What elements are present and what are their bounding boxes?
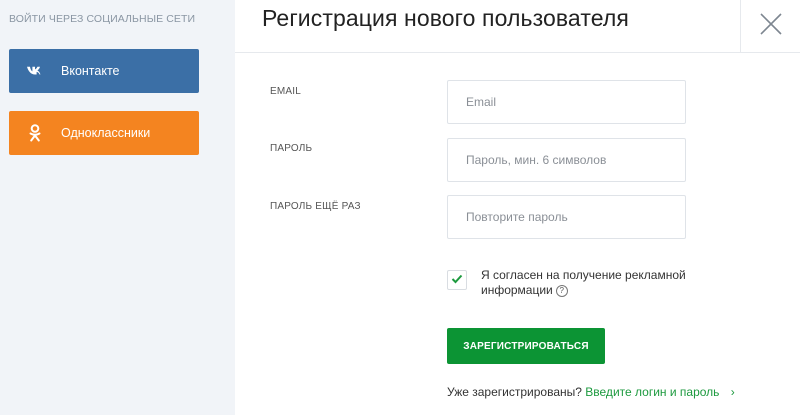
social-login-panel: Войти через социальные сети Вконтакте Од…: [0, 0, 235, 415]
checkmark-icon: [451, 271, 463, 289]
close-icon: [759, 13, 782, 40]
vk-icon: [24, 60, 46, 82]
password-repeat-field[interactable]: [447, 195, 686, 239]
agree-checkbox[interactable]: [447, 270, 467, 290]
ok-login-button[interactable]: Одноклассники: [9, 111, 199, 155]
agree-row: Я согласен на получение рекламной информ…: [447, 268, 721, 298]
help-icon[interactable]: ?: [555, 284, 568, 297]
social-login-title: Войти через социальные сети: [9, 13, 196, 25]
password-label: ПАРОЛЬ: [270, 143, 313, 154]
odnoklassniki-icon: [24, 122, 46, 144]
agree-label: Я согласен на получение рекламной информ…: [481, 268, 721, 298]
vk-login-label: Вконтакте: [61, 64, 120, 78]
registration-form-area: Регистрация нового пользователя EMAIL ПА…: [235, 0, 800, 415]
password-repeat-label: ПАРОЛЬ ЕЩЁ РАЗ: [270, 201, 361, 212]
agree-text: Я согласен на получение рекламной информ…: [481, 268, 686, 297]
register-button[interactable]: Зарегистрироваться: [447, 328, 605, 364]
password-field[interactable]: [447, 138, 686, 182]
modal-header: Регистрация нового пользователя: [235, 0, 800, 53]
page-title: Регистрация нового пользователя: [262, 5, 629, 31]
close-button[interactable]: [740, 0, 800, 53]
ok-login-label: Одноклассники: [61, 126, 151, 140]
email-field[interactable]: [447, 80, 686, 124]
already-registered: Уже зарегистрированы? Введите логин и па…: [447, 385, 735, 399]
registration-modal: Войти через социальные сети Вконтакте Од…: [0, 0, 800, 415]
already-registered-text: Уже зарегистрированы?: [447, 385, 582, 399]
vk-login-button[interactable]: Вконтакте: [9, 49, 199, 93]
login-link[interactable]: Введите логин и пароль: [585, 385, 719, 399]
email-label: EMAIL: [270, 86, 302, 97]
chevron-right-icon: ›: [730, 385, 735, 399]
